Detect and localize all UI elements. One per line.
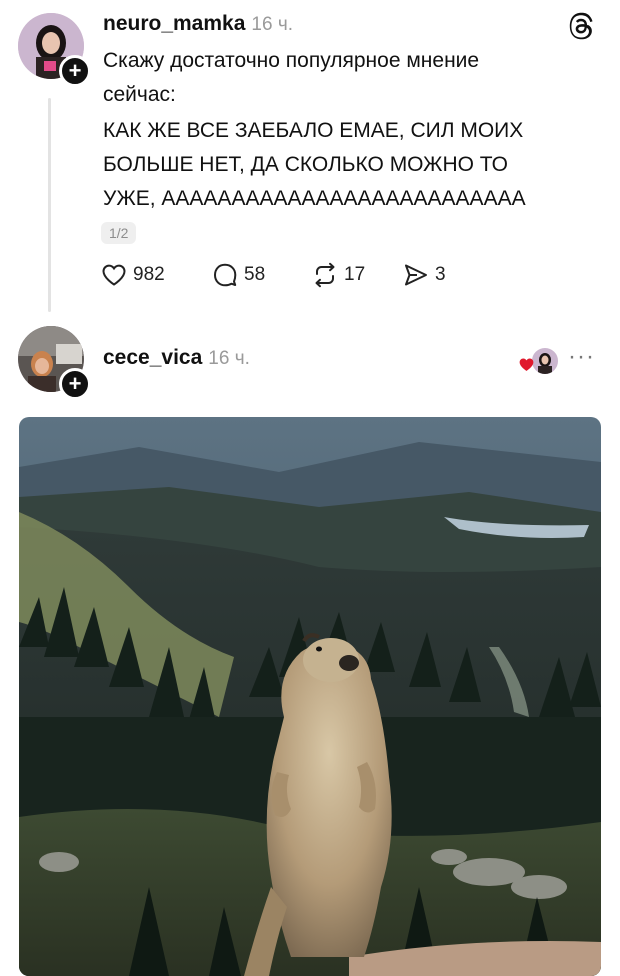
post-text-line: УЖЕ, АААААААААААААААААААААААААА — [103, 187, 526, 210]
follow-plus-icon[interactable]: + — [59, 55, 91, 87]
like-button[interactable]: 982 — [101, 262, 165, 288]
post-text-intro: Скажу достаточно популярное мнение сейча… — [103, 44, 583, 112]
post-timestamp: 16 ч. — [208, 348, 250, 369]
post-text-line: КАК ЖЕ ВСЕ ЗАЕБАЛО ЕМАЕ, СИЛ МОИХ — [103, 119, 524, 142]
repost-button[interactable]: 17 — [312, 262, 365, 288]
marmot-photo — [19, 417, 601, 976]
post-author-username[interactable]: neuro_mamka — [103, 12, 245, 36]
heart-icon — [519, 358, 534, 371]
post-text-line: Скажу достаточно популярное мнение — [103, 49, 480, 72]
post-text-line: БОЛЬШЕ НЕТ, ДА СКОЛЬКО МОЖНО ТО — [103, 153, 508, 176]
post-timestamp: 16 ч. — [251, 14, 293, 35]
comment-count: 58 — [244, 264, 266, 285]
more-options-button[interactable]: ··· — [568, 343, 595, 371]
comment-bubble-icon — [214, 263, 237, 287]
liked-by-indicator[interactable] — [518, 346, 560, 376]
repost-count: 17 — [344, 264, 366, 285]
share-button[interactable]: 3 — [403, 262, 446, 288]
threads-logo-icon[interactable] — [568, 12, 596, 40]
send-icon — [405, 264, 427, 286]
heart-icon — [102, 264, 126, 286]
post-text-line: сейчас: — [103, 83, 176, 106]
post-author-username[interactable]: cece_vica — [103, 346, 202, 370]
share-count: 3 — [435, 264, 446, 285]
repost-icon — [315, 262, 335, 288]
comment-button[interactable]: 58 — [212, 262, 265, 288]
post-text-caps: КАК ЖЕ ВСЕ ЗАЕБАЛО ЕМАЕ, СИЛ МОИХ БОЛЬШЕ… — [103, 114, 603, 216]
follow-plus-icon[interactable]: + — [59, 368, 91, 400]
thread-page-counter: 1/2 — [101, 222, 137, 244]
post-media-image[interactable] — [19, 417, 601, 976]
thread-connector-line — [48, 98, 51, 312]
like-count: 982 — [133, 264, 165, 285]
